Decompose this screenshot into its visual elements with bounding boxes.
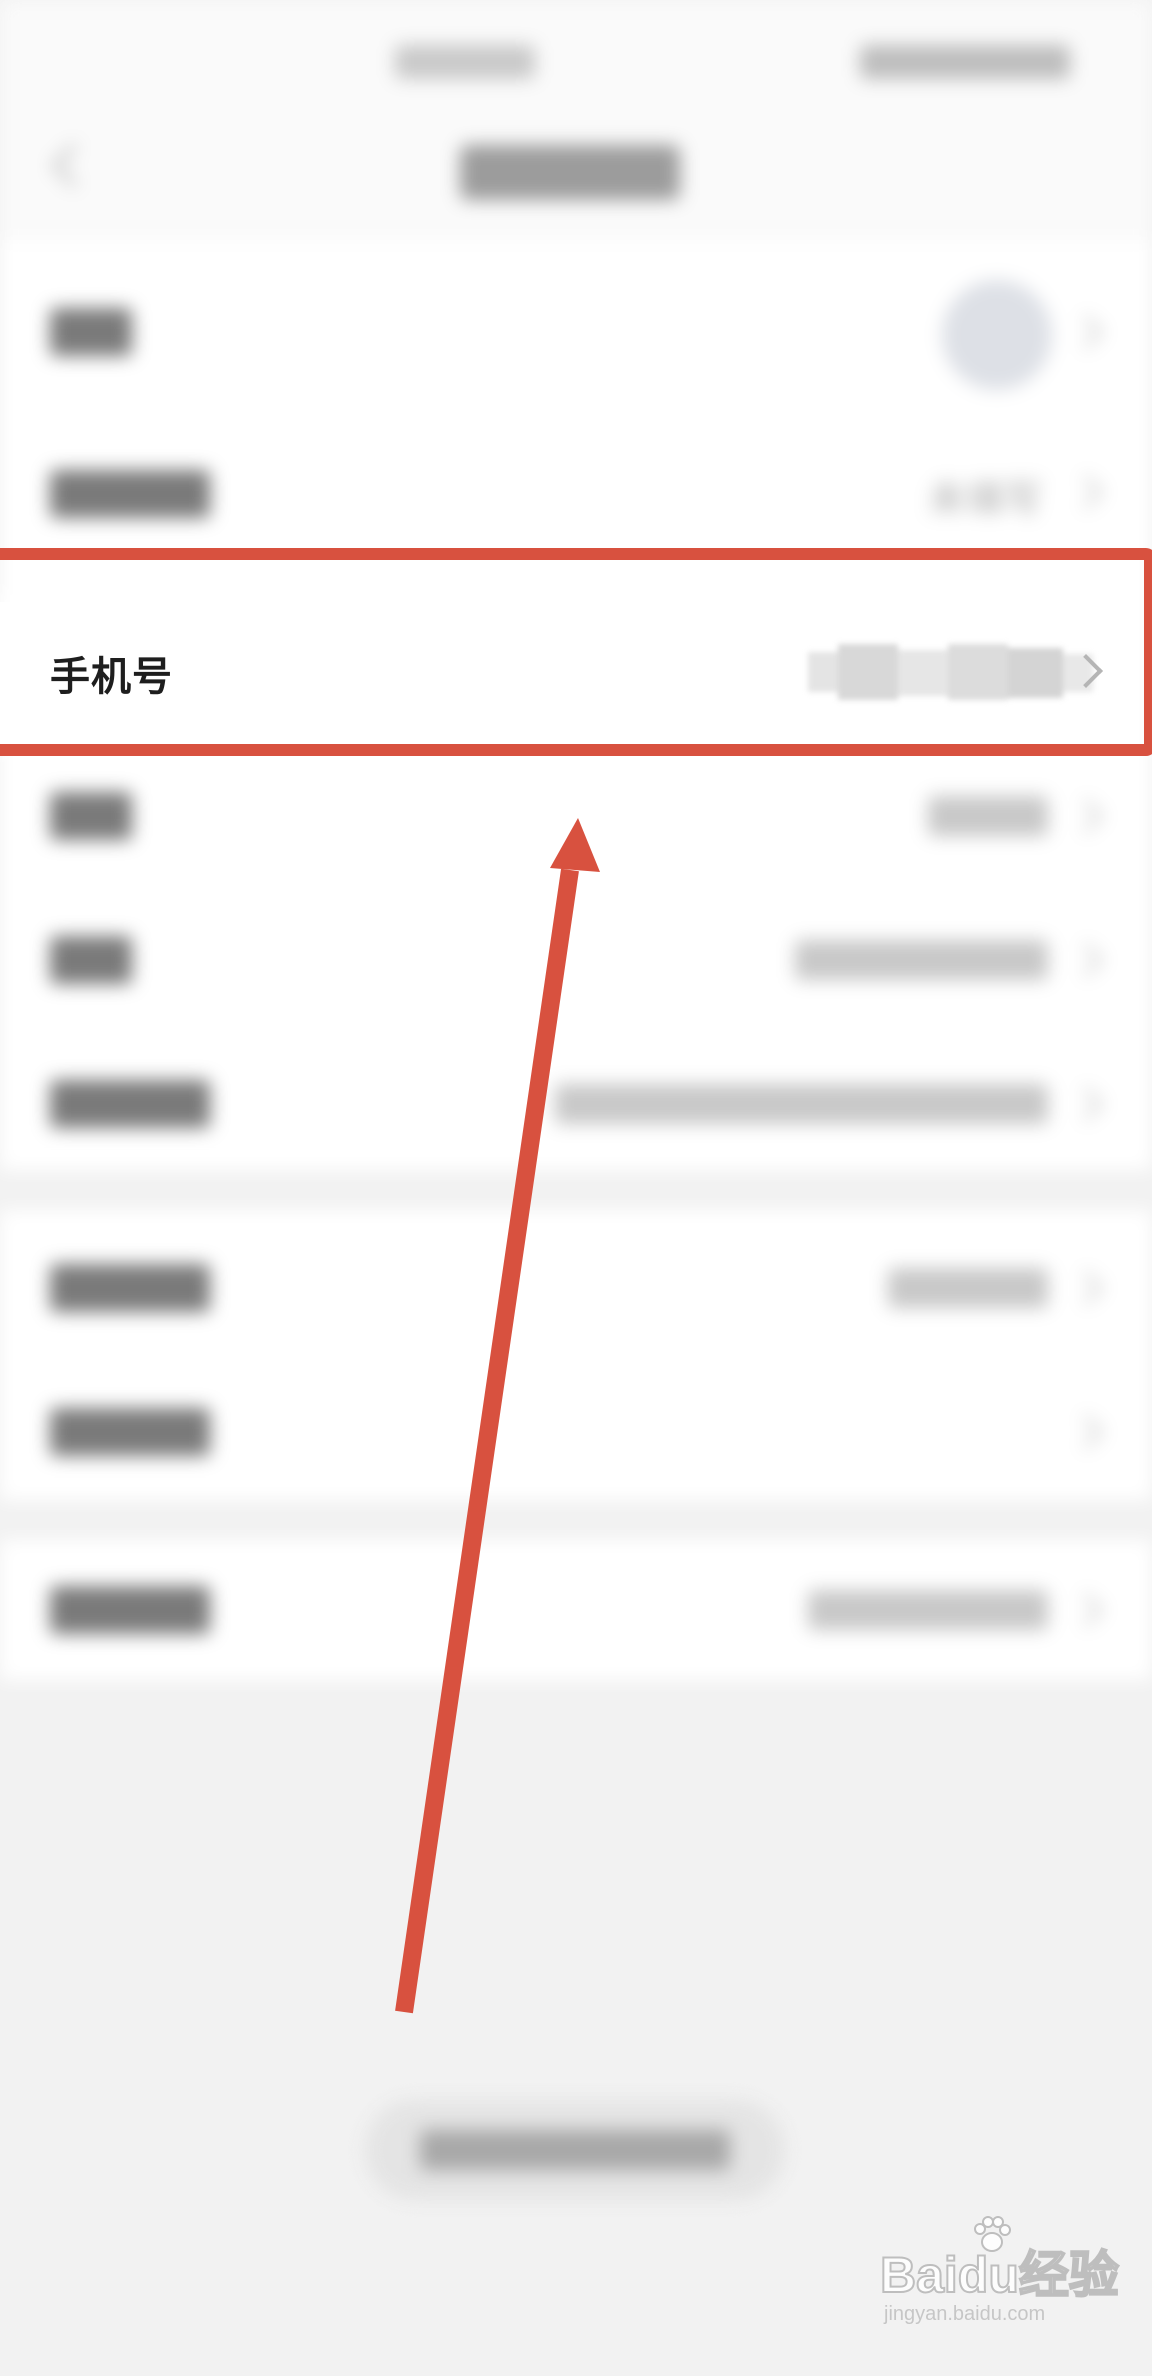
profile-group-extra bbox=[0, 1210, 1152, 1500]
chevron-right-icon bbox=[1069, 1087, 1103, 1121]
chevron-right-icon bbox=[1069, 475, 1103, 509]
region-row-label bbox=[50, 470, 210, 518]
account-row-label bbox=[50, 1586, 210, 1634]
status-bar bbox=[0, 0, 1152, 120]
signature-row-value bbox=[555, 1084, 1048, 1124]
chevron-right-icon bbox=[1069, 1271, 1103, 1305]
page-title bbox=[460, 145, 680, 200]
blurred-background: 未填写 bbox=[0, 0, 1152, 2376]
paw-icon bbox=[974, 2216, 1011, 2252]
gender-row-value bbox=[928, 796, 1048, 836]
profile-group-account bbox=[0, 1540, 1152, 1680]
chevron-right-icon bbox=[1069, 1415, 1103, 1449]
extra-row-1-value bbox=[888, 1268, 1048, 1308]
chevron-right-icon bbox=[1069, 1593, 1103, 1627]
avatar-row-label bbox=[50, 308, 132, 356]
chevron-right-icon bbox=[1069, 315, 1103, 349]
status-icons bbox=[860, 45, 1070, 79]
bottom-action-label bbox=[420, 2130, 730, 2170]
profile-page: 未填写 手机号 Baidu经验 jingyan.baidu.com bbox=[0, 0, 1152, 2376]
highlight-frame bbox=[0, 548, 1152, 756]
avatar[interactable] bbox=[942, 280, 1052, 390]
watermark-url: jingyan.baidu.com bbox=[884, 2303, 1046, 2325]
account-row-value bbox=[808, 1590, 1048, 1630]
baidu-jingyan-watermark: Baidu经验 jingyan.baidu.com bbox=[879, 2215, 1120, 2345]
birthday-row-label bbox=[50, 936, 132, 984]
nav-bar bbox=[0, 120, 1152, 240]
status-time bbox=[395, 45, 535, 79]
extra-row-1-label bbox=[50, 1264, 210, 1312]
region-value: 未填写 bbox=[928, 477, 1043, 521]
gender-row-label bbox=[50, 792, 132, 840]
chevron-right-icon bbox=[1069, 943, 1103, 977]
birthday-row-value bbox=[795, 940, 1048, 980]
chevron-right-icon bbox=[1069, 799, 1103, 833]
signature-row-label bbox=[50, 1080, 210, 1128]
extra-row-2-label bbox=[50, 1408, 210, 1456]
